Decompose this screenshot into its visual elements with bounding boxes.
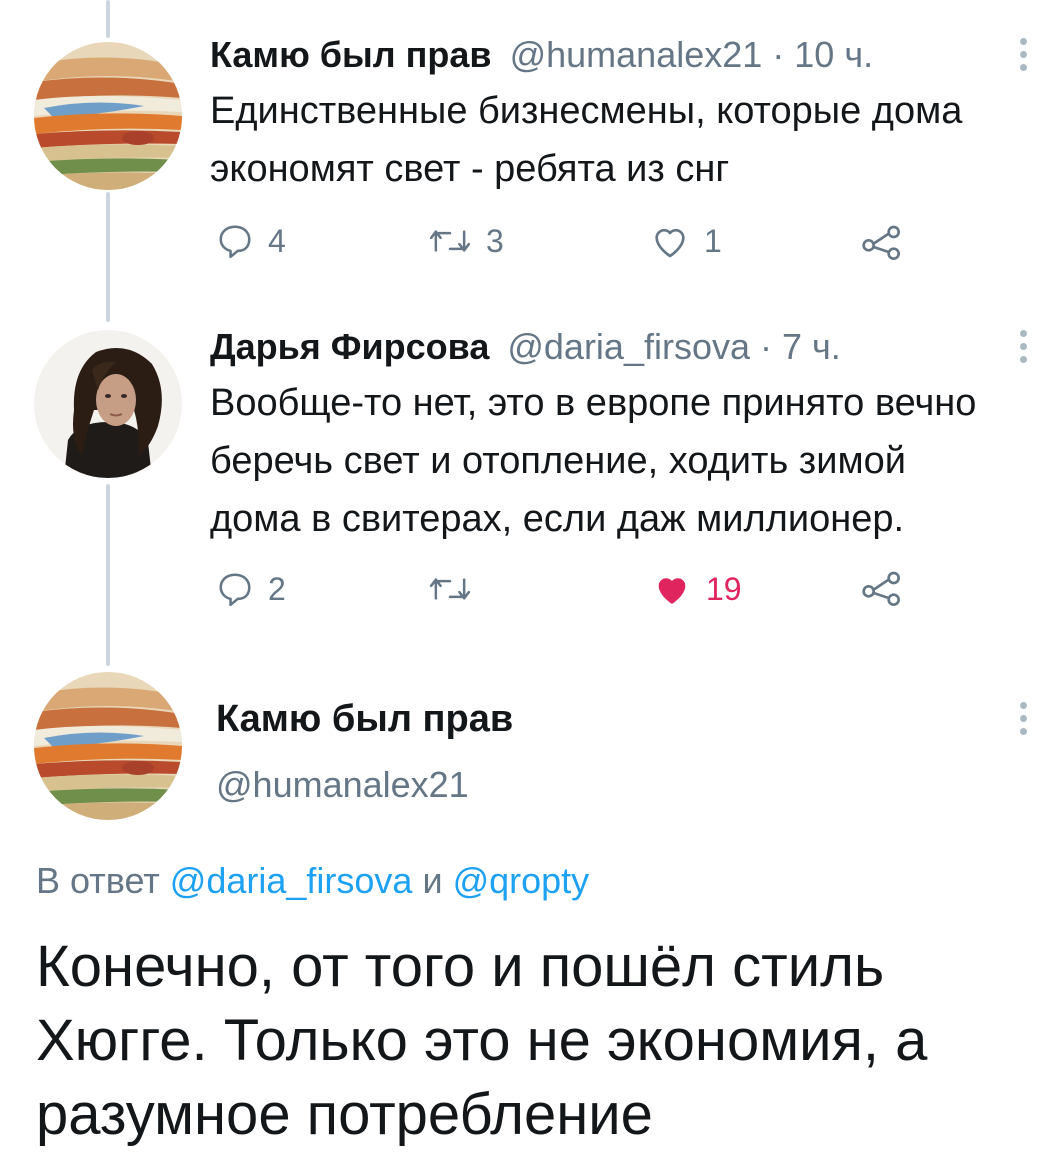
reply-button[interactable]: 4 xyxy=(216,222,286,260)
thread-line-top xyxy=(106,0,110,38)
retweet-icon xyxy=(429,578,471,600)
reply-button[interactable]: 2 xyxy=(216,570,286,608)
like-button[interactable]: 1 xyxy=(650,222,722,260)
avatar[interactable] xyxy=(34,42,182,190)
more-icon[interactable] xyxy=(1016,702,1030,741)
like-count: 19 xyxy=(706,570,742,607)
tweet-2-header: Дарья Фирсова @daria_firsova · 7 ч. xyxy=(210,326,841,368)
reply-context: В ответ @daria_firsova и @qropty xyxy=(36,860,589,902)
like-icon-filled xyxy=(658,578,686,604)
share-icon xyxy=(862,225,901,260)
tweet-text-line: разумное потребление xyxy=(36,1082,653,1147)
tweet-text-line: Хюгге. Только это не экономия, а xyxy=(36,1008,928,1073)
tweet-text-line: Единственные бизнесмены, которые дома xyxy=(210,90,963,132)
jupiter-avatar-image xyxy=(34,42,182,190)
separator: · xyxy=(750,326,783,367)
retweet-button[interactable] xyxy=(428,570,486,608)
separator: · xyxy=(762,34,795,75)
mention-link[interactable]: @qropty xyxy=(453,860,590,901)
reply-count: 4 xyxy=(268,222,286,259)
thread-line-2 xyxy=(106,484,110,666)
retweet-count: 3 xyxy=(486,222,504,259)
more-icon[interactable] xyxy=(1016,38,1030,77)
retweet-icon xyxy=(429,230,471,252)
author-handle[interactable]: @humanalex21 xyxy=(510,34,763,75)
tweet-text-line: экономят свет - ребята из снг xyxy=(210,148,730,190)
tweet-text-line: дома в свитерах, если даж миллионер. xyxy=(210,498,905,540)
woman-avatar-image xyxy=(34,330,182,478)
jupiter-avatar-image xyxy=(34,672,182,820)
author-name[interactable]: Дарья Фирсова xyxy=(210,326,489,367)
reply-icon xyxy=(219,225,251,259)
share-button[interactable] xyxy=(860,568,904,608)
tweet-1-text: Единственные бизнесмены, которые дома эк… xyxy=(210,82,1040,198)
tweet-text-line: Конечно, от того и пошёл стиль xyxy=(36,934,885,999)
timestamp[interactable]: 10 ч. xyxy=(794,34,873,75)
tweet-2-text: Вообще-то нет, это в европе принято вечн… xyxy=(210,374,1040,548)
tweet-text-line: Вообще-то нет, это в европе принято вечн… xyxy=(210,382,977,424)
reply-prefix: В ответ xyxy=(36,860,170,901)
author-name[interactable]: Камю был прав xyxy=(210,34,492,75)
like-icon xyxy=(655,228,685,258)
author-handle[interactable]: @humanalex21 xyxy=(216,764,469,806)
author-name[interactable]: Камю был прав xyxy=(216,698,513,741)
share-icon xyxy=(862,571,901,606)
like-button[interactable]: 19 xyxy=(652,570,742,608)
timestamp[interactable]: 7 ч. xyxy=(782,326,841,367)
reply-count: 2 xyxy=(268,570,286,607)
more-icon[interactable] xyxy=(1016,330,1030,369)
share-button[interactable] xyxy=(860,222,904,262)
reply-icon xyxy=(219,573,251,607)
mention-link[interactable]: @daria_firsova xyxy=(170,860,413,901)
main-tweet-text: Конечно, от того и пошёл стиль Хюгге. То… xyxy=(36,930,1036,1152)
thread-line-1 xyxy=(106,192,110,322)
tweet-text-line: беречь свет и отопление, ходить зимой xyxy=(210,440,906,482)
reply-joiner: и xyxy=(412,860,453,901)
author-handle[interactable]: @daria_firsova xyxy=(507,326,750,367)
tweet-1-header: Камю был прав @humanalex21 · 10 ч. xyxy=(210,34,873,76)
avatar[interactable] xyxy=(34,330,182,478)
retweet-button[interactable]: 3 xyxy=(428,222,504,260)
like-count: 1 xyxy=(704,222,722,259)
avatar[interactable] xyxy=(34,672,182,820)
